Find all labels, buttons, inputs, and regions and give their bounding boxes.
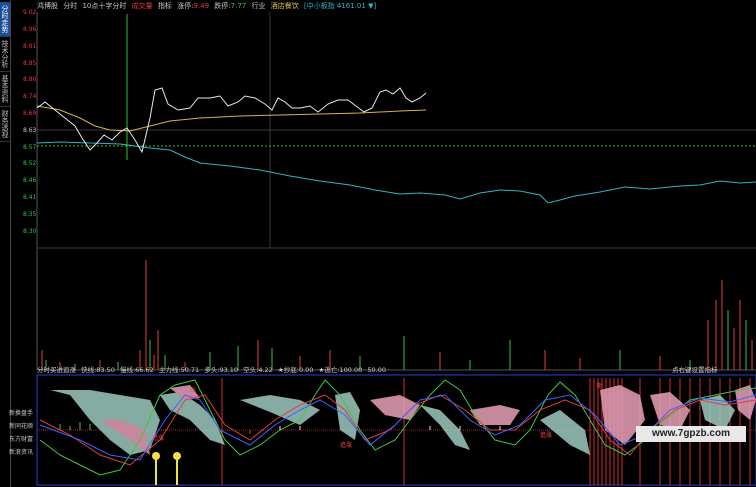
annotation-chase: 追涨 bbox=[540, 431, 552, 439]
fast-value: 83.50 bbox=[96, 366, 115, 374]
buy-markers bbox=[152, 452, 181, 485]
slow-value: 66.62 bbox=[135, 366, 154, 374]
indicator-header: 分时买进追涨 快线:83.50 慢线:66.62 主力线:50.71 多头:93… bbox=[37, 366, 389, 374]
escape-label: ★逃亡: bbox=[318, 366, 340, 374]
index-line bbox=[36, 141, 756, 204]
main-label: 主力线: bbox=[158, 366, 181, 374]
main-value: 50.71 bbox=[180, 366, 200, 374]
bottom-link[interactable]: 新换盘手 bbox=[9, 408, 33, 417]
long-label: 多头: bbox=[204, 366, 220, 374]
indicator-bands bbox=[50, 385, 756, 455]
annotation-sell: 卖 bbox=[596, 383, 602, 390]
bottom-link[interactable]: 新同花顺 bbox=[9, 421, 33, 430]
annotation-chase: 追涨 bbox=[152, 434, 164, 442]
watermark: www.7gpzb.com bbox=[636, 426, 746, 442]
indicator-settings-hint[interactable]: 点右键设置指标 bbox=[672, 366, 718, 374]
annotation-chase: 追涨 bbox=[340, 441, 352, 449]
short-value: 4.22 bbox=[258, 366, 273, 374]
escape-value: 100.00 bbox=[339, 366, 363, 374]
bottom-label: ★抄底: bbox=[277, 366, 299, 374]
indicator-title[interactable]: 分时买进追涨 bbox=[37, 366, 76, 374]
fast-label: 快线: bbox=[81, 366, 97, 374]
slow-label: 慢线: bbox=[119, 366, 136, 374]
short-label: 空头: bbox=[243, 366, 259, 374]
volume-bars bbox=[41, 260, 753, 370]
annotation-sell: 出 bbox=[190, 386, 196, 394]
level-value: 50.00 bbox=[367, 366, 386, 374]
long-value: 93.10 bbox=[219, 366, 239, 374]
bottom-link[interactable]: 东方财富 bbox=[9, 434, 33, 443]
grid bbox=[36, 12, 756, 371]
bottom-value: 0.00 bbox=[298, 366, 314, 374]
intraday-chart: 追涨 追涨 追涨 出 卖 bbox=[36, 12, 756, 486]
price-line bbox=[36, 87, 427, 154]
bottom-link[interactable]: 新浪资讯 bbox=[9, 447, 33, 456]
